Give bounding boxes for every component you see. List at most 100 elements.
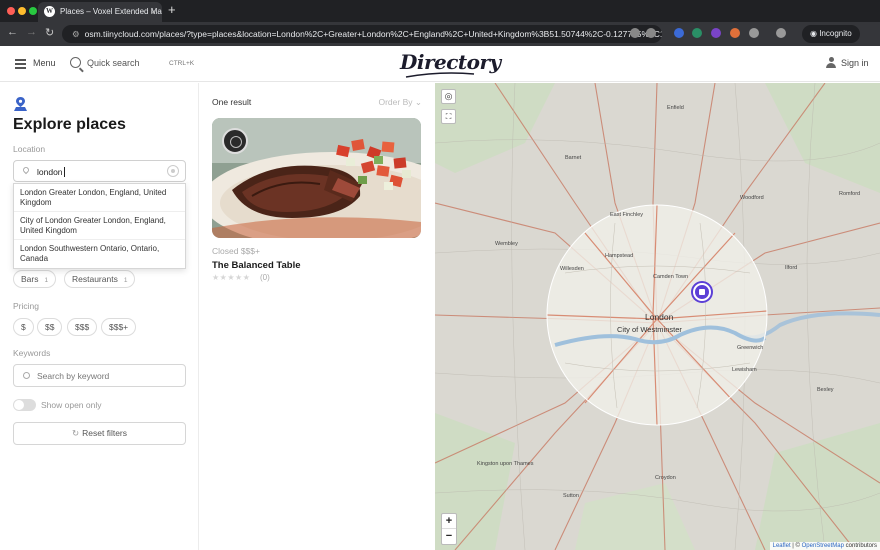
incognito-indicator[interactable]: ◉ Incognito (802, 25, 860, 43)
open-only-toggle[interactable] (13, 399, 36, 411)
zoom-out-button[interactable]: − (442, 529, 456, 544)
map-label: Barnet (565, 155, 582, 161)
map-label: Lewisham (732, 367, 757, 373)
place-card-image[interactable] (212, 118, 421, 238)
map-label: Camden Town (653, 274, 689, 280)
menu-button[interactable]: Menu (33, 58, 56, 68)
results-panel: One result Order By ⌄ Closed $$$+ The Ba… (200, 83, 434, 550)
map-label: Wembley (495, 241, 518, 247)
puzzle-icon[interactable] (749, 28, 759, 38)
map-label: Kingston upon Thames (477, 461, 534, 467)
hamburger-icon[interactable] (15, 59, 26, 69)
reset-filters-button[interactable]: ↻ Reset filters (13, 422, 186, 445)
map-label: Romford (839, 191, 861, 197)
page-title: Explore places (13, 116, 126, 133)
quick-search-button[interactable]: Quick search (87, 58, 140, 68)
category-chip-restaurants[interactable]: Restaurants 1 (64, 270, 136, 288)
leaflet-link[interactable]: Leaflet (773, 543, 791, 549)
zoom-in-button[interactable]: + (442, 514, 456, 529)
address-bar[interactable]: ⚙ osm.tiinycloud.com/places/?type=places&… (62, 25, 662, 43)
suggestion-item[interactable]: London Southwestern Ontario, Ontario, Ca… (14, 240, 185, 268)
keyword-search-input[interactable]: Search by keyword (13, 364, 186, 387)
chip-label: Bars (21, 274, 39, 284)
map-label: Bexley (817, 387, 834, 393)
location-icon[interactable] (630, 28, 640, 38)
price-chip[interactable]: $$ (37, 318, 63, 336)
sidebar-icon[interactable] (776, 28, 786, 38)
reload-icon[interactable]: ↻ (45, 26, 54, 39)
extension-icon[interactable] (674, 28, 684, 38)
bookmark-star-icon[interactable] (646, 28, 656, 38)
locate-me-icon[interactable]: ◎ (441, 89, 456, 104)
map-attribution: Leaflet | © OpenStreetMap contributors (769, 542, 880, 550)
incognito-icon: ◉ (810, 29, 820, 38)
reset-label: Reset filters (82, 428, 127, 438)
new-tab-button[interactable]: + (168, 2, 176, 17)
browser-tab[interactable]: W Places – Voxel Extended Ma × (38, 2, 162, 22)
price-chip[interactable]: $$$ (67, 318, 98, 336)
map-label: Greenwich (737, 345, 764, 351)
sign-in-link[interactable]: Sign in (841, 58, 869, 68)
restaurant-logo-icon (222, 128, 248, 154)
chip-count: 1 (44, 277, 49, 284)
map-label: Sutton (563, 493, 579, 499)
map-view[interactable]: London City of Westminster Hampstead Cam… (435, 83, 880, 550)
order-by-dropdown[interactable]: Order By ⌄ (378, 97, 422, 108)
extension-icon[interactable] (711, 28, 721, 38)
filters-panel: Explore places Location london London Gr… (0, 83, 199, 550)
suggestion-item[interactable]: City of London Greater London, England, … (14, 212, 185, 240)
site-header: Menu Quick search CTRL+K Directory Sign … (0, 46, 880, 82)
chip-label: Restaurants (72, 274, 118, 284)
wordpress-icon: W (44, 6, 55, 17)
fullscreen-icon[interactable]: ⛶ (441, 109, 456, 124)
close-window-icon[interactable] (7, 7, 15, 15)
search-icon (23, 372, 30, 379)
minimize-window-icon[interactable] (18, 7, 26, 15)
user-icon[interactable] (826, 57, 836, 69)
osm-link[interactable]: OpenStreetMap (802, 543, 844, 549)
shortcut-hint: CTRL+K (169, 60, 195, 67)
price-chip[interactable]: $ (13, 318, 34, 336)
location-label: Location (13, 144, 46, 154)
incognito-label: Incognito (819, 29, 852, 38)
place-status: Closed $$$+ (212, 246, 260, 256)
refresh-icon: ↻ (72, 428, 80, 438)
place-name-link[interactable]: The Balanced Table (212, 260, 301, 271)
suggestion-item[interactable]: London Greater London, England, United K… (14, 184, 185, 212)
place-marker[interactable] (693, 283, 711, 301)
open-only-label: Show open only (41, 400, 102, 410)
site-settings-icon[interactable]: ⚙ (72, 29, 80, 39)
search-icon[interactable] (70, 57, 81, 68)
map-label: Ilford (785, 265, 798, 271)
browser-nav-bar: ← → ↻ ⚙ osm.tiinycloud.com/places/?type=p… (0, 22, 880, 46)
zoom-control: + − (441, 513, 457, 545)
back-icon[interactable]: ← (7, 26, 18, 38)
browser-tab-bar: W Places – Voxel Extended Ma × + (0, 0, 880, 22)
map-label: Hampstead (605, 253, 634, 259)
maximize-window-icon[interactable] (29, 7, 37, 15)
map-pin-icon (21, 165, 31, 175)
attribution-text: contributors (845, 543, 877, 549)
order-by-label: Order By (378, 97, 413, 107)
map-label: Willesden (560, 266, 584, 272)
price-chip[interactable]: $$$+ (101, 318, 137, 336)
chevron-down-icon: ⌄ (414, 97, 422, 107)
forward-icon[interactable]: → (26, 26, 37, 38)
tab-title: Places – Voxel Extended Ma (60, 7, 162, 16)
geolocate-icon[interactable] (167, 165, 179, 177)
map-label: London (645, 312, 674, 322)
category-chip-bars[interactable]: Bars 1 (13, 270, 57, 288)
chip-count: 1 (123, 277, 128, 284)
map-label: City of Westminster (617, 325, 682, 334)
extension-icon[interactable] (692, 28, 702, 38)
places-icon (14, 97, 27, 111)
url-text: osm.tiinycloud.com/places/?type=places&l… (84, 29, 662, 39)
close-tab-icon[interactable]: × (151, 2, 156, 22)
extension-icon[interactable] (730, 28, 740, 38)
rating-stars-icon: ★★★★★ (212, 273, 251, 282)
location-input[interactable]: london (13, 160, 186, 182)
map-label: Woodford (740, 195, 764, 201)
keyword-placeholder: Search by keyword (37, 371, 110, 381)
location-suggestions: London Greater London, England, United K… (13, 183, 186, 269)
map-label: Enfield (667, 105, 684, 111)
